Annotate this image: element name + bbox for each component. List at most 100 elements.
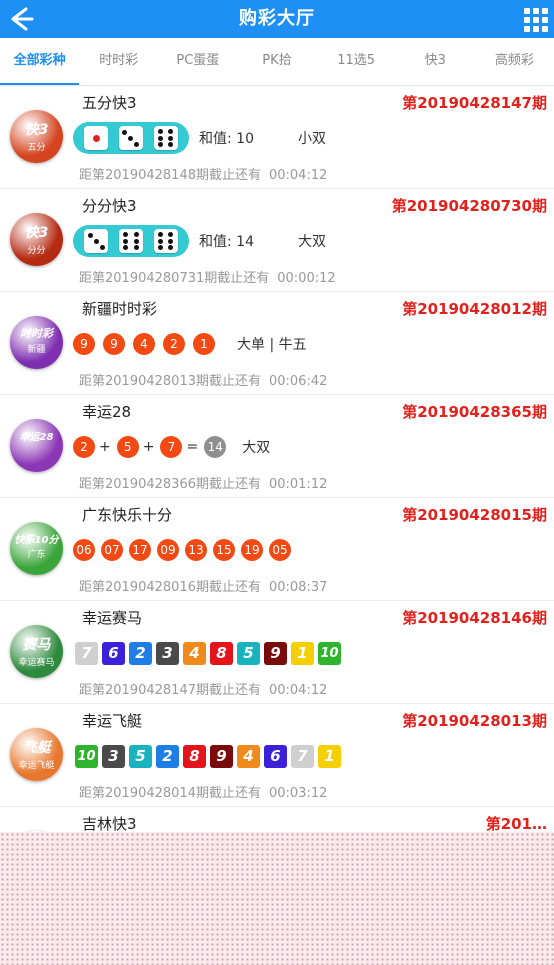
logo-text: 快3: [24, 225, 49, 241]
draw-result: 10 3 5 2 8 9 4 6 7 1: [75, 740, 345, 772]
number-square: 3: [102, 744, 125, 768]
lottery-name: 新疆时时彩: [82, 300, 158, 318]
header-bar: 购彩大厅: [0, 0, 554, 38]
countdown-label: 距第20190428366期截止还有: [79, 477, 261, 492]
tab-6[interactable]: 高频彩: [475, 38, 554, 85]
countdown-time: 00:01:12: [268, 477, 328, 492]
number-square: 7: [291, 744, 314, 768]
lottery-logo-icon: 时时彩 新疆: [10, 316, 63, 369]
lottery-period: 第201…: [485, 815, 547, 833]
die-face-3: [84, 229, 109, 253]
lottery-logo-icon: 幸运28: [10, 419, 63, 472]
countdown-time: 00:08:37: [268, 580, 328, 595]
logo-text: 快乐10分: [14, 535, 59, 546]
number-square: 7: [75, 641, 98, 665]
die-face-1: [84, 126, 109, 150]
number-square: 5: [129, 744, 152, 768]
logo-text: 幸运28: [19, 432, 54, 443]
die-face-6: [153, 229, 178, 253]
die-face-6: [153, 126, 178, 150]
number-ball: 2: [163, 333, 185, 355]
tab-3[interactable]: PK拾: [237, 38, 316, 85]
draw-result: 06 07 17 09 13 15 19 05: [73, 534, 297, 566]
lottery-row[interactable]: 飞艇 幸运飞艇 幸运飞艇 第20190428013期 10 3 5 2 8 9 4 6 7 1 距第2019…: [0, 704, 554, 807]
number-ball: 7: [160, 436, 183, 458]
grid-menu-icon[interactable]: [522, 6, 548, 32]
tab-5[interactable]: 快3: [396, 38, 475, 85]
countdown-time: 00:04:12: [268, 683, 328, 698]
lottery-period: 第201904280730期: [391, 197, 547, 215]
countdown-label: 距第20190428014期截止还有: [79, 786, 261, 801]
sum-value: 和值: 10: [199, 131, 254, 147]
number-ball: 06: [73, 539, 95, 561]
number-square: 1: [291, 641, 314, 665]
number-square: 2: [156, 744, 179, 768]
countdown-text: 距第20190428148期截止还有 00:04:12: [79, 164, 327, 183]
sum-value: 和值: 14: [199, 234, 254, 250]
number-ball: 13: [185, 539, 207, 561]
countdown-text: 距第20190428366期截止还有 00:01:12: [79, 473, 327, 492]
number-ball: 4: [133, 333, 155, 355]
logo-subtext: 五分: [27, 143, 46, 153]
lottery-logo-icon: 赛马 幸运赛马: [10, 625, 63, 678]
draw-result: 7 6 2 3 4 8 5 9 1 10: [75, 637, 345, 669]
lottery-row[interactable]: 快乐10分 广东 广东快乐十分 第20190428015期 06 07 17 09 13 15 19…: [0, 498, 554, 601]
logo-subtext: 幸运飞艇: [18, 761, 55, 771]
countdown-label: 距第20190428147期截止还有: [79, 683, 261, 698]
lottery-logo-icon: 飞艇 幸运飞艇: [10, 728, 63, 781]
lottery-logo-icon: 快3 五分: [10, 110, 63, 163]
countdown-label: 距第201904280731期截止还有: [79, 271, 270, 286]
lottery-period: 第20190428146期: [402, 609, 547, 627]
number-square: 9: [264, 641, 287, 665]
result-form: 大双: [297, 234, 326, 250]
number-square: 4: [237, 744, 260, 768]
countdown-text: 距第201904280731期截止还有 00:00:12: [79, 267, 336, 286]
lottery-name: 幸运赛马: [82, 609, 143, 627]
number-square: 8: [183, 744, 206, 768]
number-square: 10: [75, 744, 98, 768]
lottery-row[interactable]: 幸运28 幸运28 第20190428365期 2 +5 +7 = 14 大双 距第2019042…: [0, 395, 554, 498]
plus-sign: +: [99, 439, 111, 455]
lottery-period: 第20190428013期: [402, 712, 547, 730]
blank-area: [0, 832, 554, 965]
lottery-row[interactable]: 快3 五分 五分快3 第20190428147期 和值: 10 小双 距第201904281…: [0, 86, 554, 189]
total-ball: 14: [204, 436, 227, 458]
number-ball: 17: [129, 539, 151, 561]
result-form: 大双: [242, 440, 271, 456]
lottery-hall-screen: 购彩大厅 全部彩种 时时彩 PC蛋蛋 PK拾 11选5 快3 高频彩 快3 五分 五分快3 第20…: [0, 0, 554, 965]
number-ball: 15: [213, 539, 235, 561]
dice-group: [73, 122, 189, 154]
tab-4[interactable]: 11选5: [317, 38, 396, 85]
countdown-text: 距第20190428014期截止还有 00:03:12: [79, 782, 327, 801]
dice-group: [73, 225, 189, 257]
countdown-time: 00:03:12: [268, 786, 328, 801]
countdown-label: 距第20190428148期截止还有: [79, 168, 261, 183]
result-form: 小双: [297, 131, 326, 147]
lottery-name: 吉林快3: [82, 815, 137, 833]
countdown-text: 距第20190428147期截止还有 00:04:12: [79, 679, 327, 698]
number-square: 3: [156, 641, 179, 665]
countdown-text: 距第20190428013期截止还有 00:06:42: [79, 370, 327, 389]
lottery-row[interactable]: 时时彩 新疆 新疆时时彩 第20190428012期 9 9 4 2 1 大单 | 牛五 距第201…: [0, 292, 554, 395]
countdown-time: 00:04:12: [268, 168, 328, 183]
lottery-period: 第20190428365期: [402, 403, 547, 421]
draw-result: 9 9 4 2 1 大单 | 牛五: [73, 328, 307, 360]
tab-2[interactable]: PC蛋蛋: [158, 38, 237, 85]
tab-1[interactable]: 时时彩: [79, 38, 158, 85]
logo-text: 时时彩: [20, 327, 53, 340]
equals-sign: =: [186, 439, 199, 455]
number-ball: 1: [193, 333, 215, 355]
page-title: 购彩大厅: [239, 8, 315, 29]
result-form: 大单 | 牛五: [237, 337, 307, 353]
countdown-label: 距第20190428016期截止还有: [79, 580, 261, 595]
number-ball: 9: [73, 333, 95, 355]
logo-subtext: 新疆: [27, 345, 46, 355]
lottery-name: 五分快3: [82, 94, 137, 112]
logo-text: 快3: [24, 122, 49, 138]
number-ball: 2: [73, 436, 95, 458]
countdown-text: 距第20190428016期截止还有 00:08:37: [79, 576, 327, 595]
logo-text: 赛马: [22, 637, 51, 653]
lottery-row[interactable]: 赛马 幸运赛马 幸运赛马 第20190428146期 7 6 2 3 4 8 5 9 1 10 距第2019…: [0, 601, 554, 704]
lottery-row[interactable]: 快3 分分 分分快3 第201904280730期 和值: 14 大双 距第20190428…: [0, 189, 554, 292]
tab-0[interactable]: 全部彩种: [0, 38, 80, 85]
